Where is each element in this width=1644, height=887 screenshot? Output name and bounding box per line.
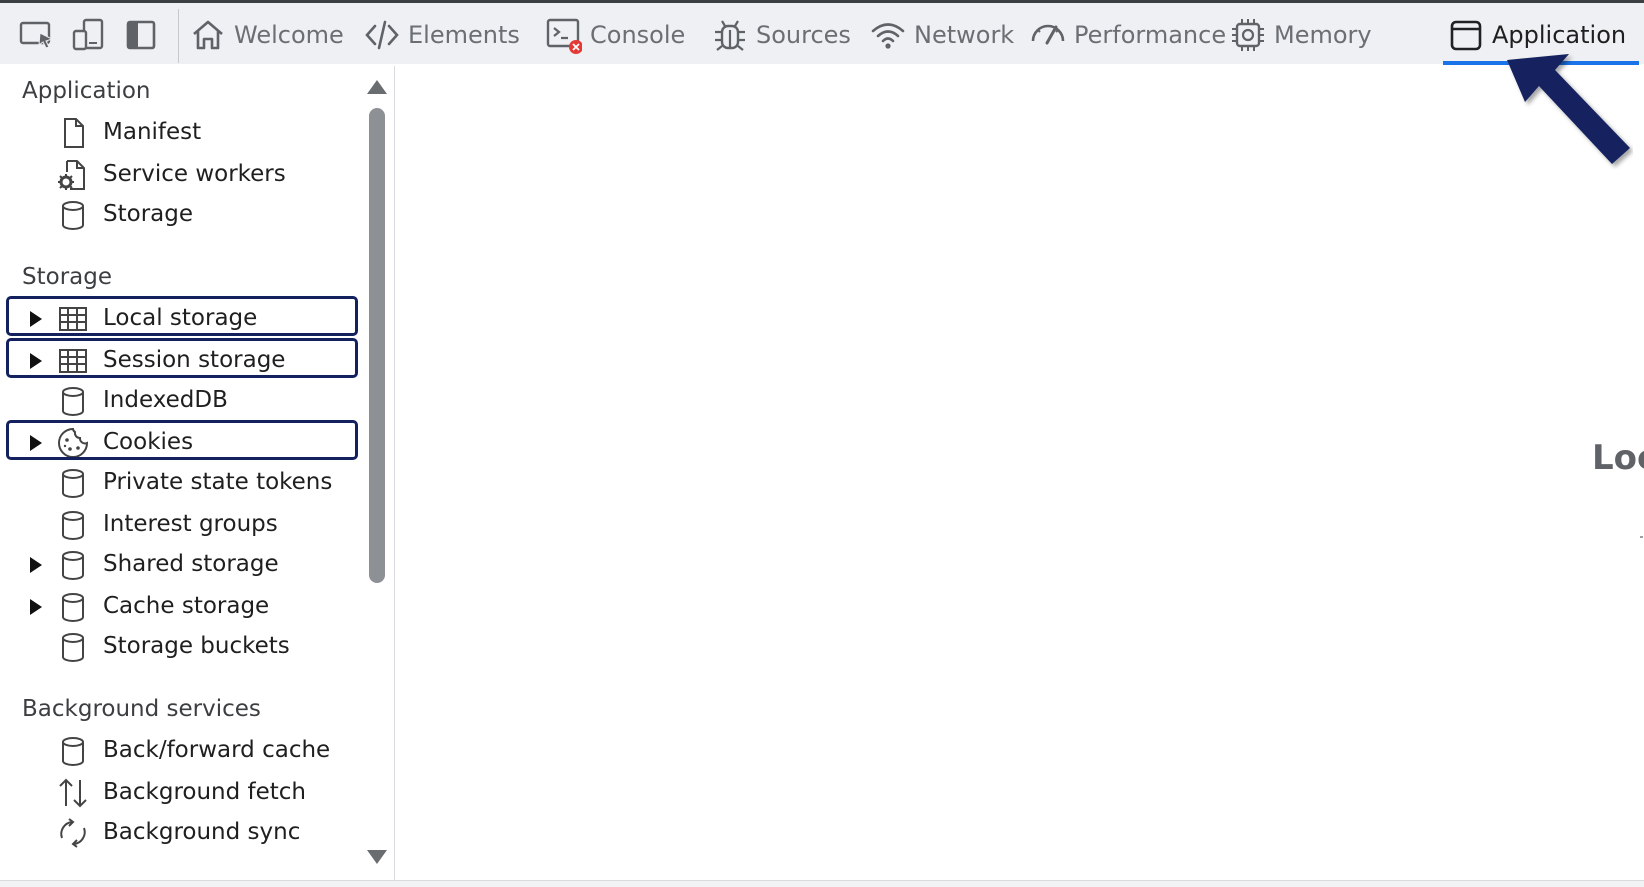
tab-performance[interactable]: Performance (1030, 13, 1226, 57)
tab-label: Application (1492, 21, 1627, 49)
sidebar-item-private-state-tokens[interactable]: Private state tokens (6, 463, 361, 503)
sync-icon (60, 818, 86, 848)
tab-label: Memory (1274, 21, 1372, 49)
sidebar-item-storage-buckets[interactable]: Storage buckets (6, 627, 361, 667)
sidebar-item-label: Back/forward cache (103, 737, 331, 763)
sidebar-item-label: Cache storage (103, 593, 270, 619)
wifi-icon (871, 23, 905, 49)
sidebar-panel-icon (126, 20, 156, 50)
toolbar-divider (178, 9, 179, 63)
app-window-icon (1450, 20, 1482, 51)
chip-icon (1232, 19, 1264, 51)
bottom-edge (0, 880, 1644, 887)
sidebar-item-storage[interactable]: Storage (6, 195, 361, 235)
section-title-background-services: Background services (22, 696, 261, 722)
section-title-application: Application (22, 78, 151, 104)
expand-arrow-icon[interactable] (30, 557, 42, 573)
tab-elements[interactable]: Elements (364, 13, 520, 57)
database-icon (62, 387, 84, 416)
sidebar-item-background-sync[interactable]: Background sync (6, 813, 361, 853)
sidebar-item-label: Storage (103, 201, 193, 227)
application-sidebar: Application Manifest Service workers Sto… (6, 66, 395, 880)
tab-label: Performance (1074, 21, 1227, 49)
sidebar-item-label: IndexedDB (103, 387, 228, 413)
highlight-box-local-storage (6, 296, 358, 336)
database-icon (62, 201, 84, 230)
sidebar-item-label: Private state tokens (103, 469, 333, 495)
gauge-icon (1031, 24, 1065, 45)
scroll-down-arrow[interactable] (367, 850, 387, 864)
inspect-cursor-icon (19, 21, 54, 49)
code-icon (365, 20, 399, 50)
sidebar-item-label: Background sync (103, 819, 301, 845)
highlight-box-session-storage (6, 338, 358, 378)
tab-label: Welcome (234, 21, 344, 49)
sidebar-item-shared-storage[interactable]: Shared storage (6, 545, 361, 585)
device-emulation-button[interactable] (70, 17, 110, 53)
database-icon (62, 633, 84, 662)
main-panel-heading: Loc (1592, 438, 1644, 478)
expand-arrow-icon[interactable] (30, 599, 42, 615)
scroll-up-arrow[interactable] (367, 80, 387, 94)
sidebar-item-label: Background fetch (103, 779, 307, 805)
tab-label: Sources (756, 21, 851, 49)
tab-application[interactable]: Application (1448, 13, 1626, 57)
sidebar-item-indexeddb[interactable]: IndexedDB (6, 381, 361, 421)
file-icon (64, 118, 84, 148)
section-title-storage: Storage (22, 264, 112, 290)
database-icon (62, 593, 84, 622)
annotation-arrow-icon (1507, 54, 1630, 164)
toggle-sidebar-button[interactable] (122, 17, 162, 53)
sidebar-item-service-workers[interactable]: Service workers (6, 155, 361, 195)
tab-welcome[interactable]: Welcome (190, 13, 344, 57)
database-icon (62, 737, 84, 766)
console-icon (546, 18, 582, 54)
sidebar-scrollbar-thumb[interactable] (369, 108, 385, 583)
sidebar-item-label: Storage buckets (103, 633, 290, 659)
device-icon (72, 18, 104, 51)
tab-sources[interactable]: Sources (712, 13, 851, 57)
sidebar-item-label: Interest groups (103, 511, 278, 537)
sidebar-item-interest-groups[interactable]: Interest groups (6, 505, 361, 545)
tab-network[interactable]: Network (870, 13, 1014, 57)
tab-label: Network (914, 21, 1015, 49)
home-icon (193, 20, 223, 50)
highlight-box-cookies (6, 420, 358, 460)
main-panel-text-fragment (1640, 536, 1643, 538)
sidebar-item-label: Shared storage (103, 551, 279, 577)
tab-label: Elements (408, 21, 520, 49)
inspect-element-button[interactable] (18, 17, 58, 53)
sidebar-item-manifest[interactable]: Manifest (6, 113, 361, 153)
bug-icon (715, 20, 745, 51)
tab-console[interactable]: Console (546, 13, 685, 57)
sidebar-item-label: Service workers (103, 161, 286, 187)
database-icon (62, 469, 84, 498)
application-main-panel (395, 66, 1644, 880)
devtools-toolbar: Welcome Elements Console Sources Network (0, 0, 1644, 65)
sidebar-item-label: Manifest (103, 119, 202, 145)
database-icon (62, 551, 84, 580)
up-down-arrows-icon (59, 778, 87, 808)
sidebar-item-back-forward-cache[interactable]: Back/forward cache (6, 731, 361, 771)
tab-memory[interactable]: Memory (1230, 13, 1372, 57)
database-icon (62, 511, 84, 540)
sidebar-item-background-fetch[interactable]: Background fetch (6, 773, 361, 813)
sidebar-item-cache-storage[interactable]: Cache storage (6, 587, 361, 627)
tab-label: Console (590, 21, 686, 49)
gear-file-icon (58, 160, 85, 190)
